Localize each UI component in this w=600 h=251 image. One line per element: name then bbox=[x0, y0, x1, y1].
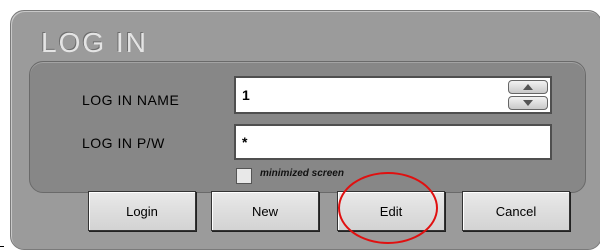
screen: LOG IN LOG IN NAME LOG IN P/W minimized … bbox=[0, 0, 600, 251]
dialog-title: LOG IN bbox=[41, 27, 148, 58]
login-form-panel: LOG IN NAME LOG IN P/W minimized screen bbox=[29, 61, 586, 193]
new-button[interactable]: New bbox=[211, 191, 319, 231]
login-dialog: LOG IN LOG IN NAME LOG IN P/W minimized … bbox=[10, 10, 600, 250]
cancel-button[interactable]: Cancel bbox=[462, 191, 570, 231]
triangle-up-icon bbox=[523, 84, 533, 90]
edit-button[interactable]: Edit bbox=[337, 191, 445, 231]
login-button[interactable]: Login bbox=[88, 191, 196, 231]
spinner-down-button[interactable] bbox=[508, 96, 548, 110]
minimized-screen-label: minimized screen bbox=[260, 168, 344, 179]
login-password-input[interactable] bbox=[234, 124, 552, 160]
corner-mark bbox=[0, 246, 4, 247]
login-name-label: LOG IN NAME bbox=[82, 92, 180, 108]
login-name-spinner bbox=[508, 80, 548, 110]
spinner-up-button[interactable] bbox=[508, 80, 548, 94]
login-password-label: LOG IN P/W bbox=[82, 135, 165, 151]
triangle-down-icon bbox=[523, 100, 533, 106]
login-name-input[interactable] bbox=[234, 76, 552, 114]
minimized-screen-checkbox[interactable] bbox=[236, 168, 252, 184]
